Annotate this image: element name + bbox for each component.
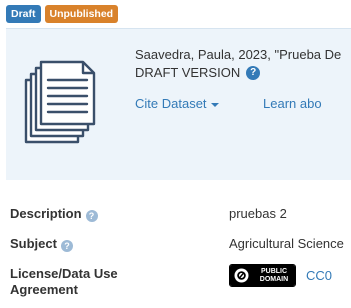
draft-badge: Draft — [6, 5, 41, 23]
public-domain-text: DOMAIN — [259, 275, 289, 283]
unpublished-badge: Unpublished — [44, 5, 119, 23]
subject-label: Subject — [10, 236, 57, 251]
subject-value: Agricultural Science — [229, 236, 344, 251]
learn-about-link[interactable]: Learn abo — [263, 96, 322, 111]
description-value: pruebas 2 — [229, 206, 287, 221]
help-icon[interactable]: ? — [85, 210, 98, 222]
public-domain-icon[interactable]: PUBLIC DOMAIN — [229, 264, 296, 287]
help-icon[interactable]: ? — [246, 66, 261, 80]
citation-actions: Cite Dataset Learn abo — [135, 96, 351, 111]
caret-down-icon — [210, 102, 219, 107]
cc0-link[interactable]: CC0 — [306, 268, 332, 283]
citation-panel: Saavedra, Paula, 2023, "Prueba De DRAFT … — [6, 28, 351, 180]
draft-version-label: DRAFT VERSION — [135, 65, 241, 80]
cite-dataset-button[interactable]: Cite Dataset — [135, 96, 219, 111]
license-label: License/Data Use — [10, 266, 118, 281]
description-label: Description — [10, 206, 82, 221]
status-badges: Draft Unpublished — [6, 5, 119, 23]
citation-line: Saavedra, Paula, 2023, "Prueba De — [135, 47, 342, 62]
document-stack-icon — [24, 60, 96, 144]
cite-dataset-label: Cite Dataset — [135, 96, 207, 111]
public-domain-text: PUBLIC — [260, 267, 288, 275]
help-icon[interactable]: ? — [60, 240, 73, 252]
citation-text: Saavedra, Paula, 2023, "Prueba De DRAFT … — [135, 46, 351, 82]
license-label-line2: Agreement — [10, 282, 78, 297]
